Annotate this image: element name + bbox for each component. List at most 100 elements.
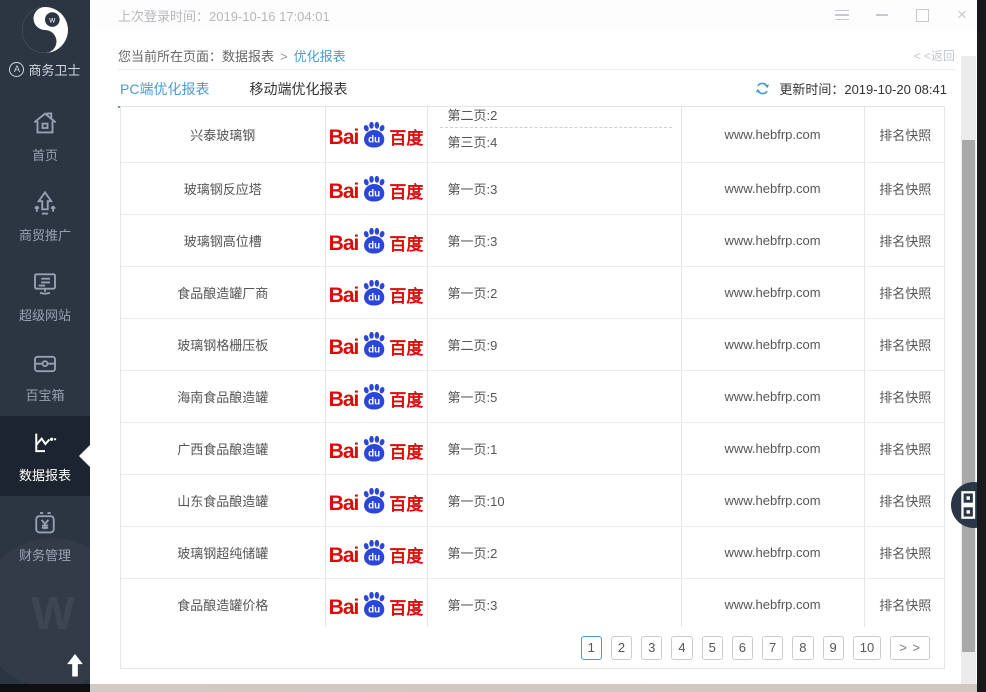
keyword-cell: 海南食品酿造罐 — [121, 370, 325, 422]
search-engine-cell: Baidu百度 — [325, 526, 427, 578]
website-cell: www.hebfrp.com — [681, 107, 864, 162]
website-cell: www.hebfrp.com — [681, 214, 864, 266]
page-button-7[interactable]: 7 — [762, 636, 783, 660]
snapshot-link[interactable]: 排名快照 — [864, 107, 946, 162]
page-button-4[interactable]: 4 — [671, 636, 692, 660]
page-button-2[interactable]: 2 — [611, 636, 632, 660]
promotion-icon — [30, 188, 60, 218]
window-maximize-icon[interactable] — [915, 8, 929, 22]
baidu-bai-text: Bai — [329, 285, 359, 306]
rank-cell: 第一页:3 — [427, 578, 681, 630]
sidebar-item-website[interactable]: 超级网站 — [0, 256, 90, 336]
page-button-1[interactable]: 1 — [581, 636, 602, 660]
brand-label: 商务卫士 — [28, 60, 80, 79]
svg-text:du: du — [368, 134, 380, 145]
screen-edge-right — [977, 0, 986, 692]
baidu-paw-icon: du — [360, 383, 387, 412]
website-cell: www.hebfrp.com — [681, 162, 864, 214]
snapshot-link[interactable]: 排名快照 — [864, 318, 946, 370]
search-engine-cell: Baidu百度 — [325, 107, 427, 162]
snapshot-link[interactable]: 排名快照 — [864, 422, 946, 474]
svg-text:du: du — [368, 396, 380, 407]
keyword-cell: 食品酿造罐厂商 — [121, 266, 325, 318]
breadcrumb-prefix: 您当前所在页面： — [118, 49, 222, 64]
window-close-icon[interactable]: × — [955, 8, 969, 22]
baidu-logo: Baidu百度 — [329, 175, 424, 202]
baidu-bai-text: Bai — [329, 127, 359, 148]
baidu-logo: Baidu百度 — [329, 383, 424, 410]
keyword-cell: 玻璃钢高位槽 — [121, 214, 325, 266]
tab-mobile-report[interactable]: 移动端优化报表 — [247, 74, 349, 108]
keyword-cell: 兴泰玻璃钢 — [121, 107, 325, 162]
back-link[interactable]: < <返回 — [914, 47, 955, 64]
scrollbar-track[interactable] — [961, 56, 976, 684]
scrollbar-thumb[interactable] — [962, 140, 975, 652]
breadcrumb-section: 数据报表 — [222, 49, 274, 64]
baidu-cn-text: 百度 — [389, 600, 423, 617]
page-button-9[interactable]: 9 — [823, 636, 844, 660]
rank-cell: 第一页:2 — [427, 526, 681, 578]
brand: A 商务卫士 — [0, 60, 90, 79]
refresh-icon[interactable] — [754, 80, 771, 97]
window-minimize-icon[interactable] — [875, 8, 889, 22]
sidebar-item-home[interactable]: 首页 — [0, 96, 90, 176]
table-row: 玻璃钢超纯储罐Baidu百度第一页:2www.hebfrp.com排名快照 — [121, 526, 946, 578]
page-button-8[interactable]: 8 — [792, 636, 813, 660]
page-button-10[interactable]: 10 — [853, 636, 881, 660]
last-login-time: 上次登录时间：2019-10-16 17:04:01 — [118, 6, 330, 25]
baidu-cn-text: 百度 — [389, 184, 423, 201]
baidu-paw-icon: du — [360, 487, 387, 516]
sidebar-item-label: 数据报表 — [19, 465, 71, 484]
baidu-logo: Baidu百度 — [329, 487, 424, 514]
window-menu-icon[interactable] — [835, 8, 849, 22]
snapshot-link[interactable]: 排名快照 — [864, 162, 946, 214]
baidu-paw-icon: du — [360, 121, 387, 150]
baidu-cn-text: 百度 — [389, 444, 423, 461]
sidebar-nav: 首页商贸推广超级网站百宝箱数据报表财务管理 — [0, 96, 90, 576]
page-next-button[interactable]: > > — [890, 636, 930, 660]
baidu-cn-text: 百度 — [389, 548, 423, 565]
baidu-bai-text: Bai — [329, 337, 359, 358]
collapse-up-arrow-icon[interactable] — [66, 654, 84, 676]
tabs-row: PC端优化报表 移动端优化报表 更新时间：2019-10-20 08:41 — [118, 74, 947, 106]
svg-text:du: du — [368, 500, 380, 511]
search-engine-cell: Baidu百度 — [325, 214, 427, 266]
tab-pc-report[interactable]: PC端优化报表 — [118, 74, 211, 108]
snapshot-link[interactable]: 排名快照 — [864, 474, 946, 526]
snapshot-link[interactable]: 排名快照 — [864, 214, 946, 266]
baidu-bai-text: Bai — [329, 545, 359, 566]
sidebar-item-toolbox[interactable]: 百宝箱 — [0, 336, 90, 416]
baidu-logo: Baidu百度 — [329, 279, 424, 306]
sidebar: w A 商务卫士 首页商贸推广超级网站百宝箱数据报表财务管理 W — [0, 0, 90, 684]
sidebar-item-promotion[interactable]: 商贸推广 — [0, 176, 90, 256]
baidu-bai-text: Bai — [329, 493, 359, 514]
baidu-bai-text: Bai — [329, 441, 359, 462]
baidu-logo: Baidu百度 — [329, 435, 424, 462]
svg-text:w: w — [48, 15, 56, 25]
main-content: 您当前所在页面：数据报表 > 优化报表 < <返回 PC端优化报表 移动端优化报表 更… — [90, 30, 977, 684]
snapshot-link[interactable]: 排名快照 — [864, 370, 946, 422]
pagination: 123456789 10 > > — [121, 627, 944, 668]
page-button-6[interactable]: 6 — [732, 636, 753, 660]
snapshot-link[interactable]: 排名快照 — [864, 578, 946, 630]
sidebar-item-report[interactable]: 数据报表 — [0, 416, 90, 496]
breadcrumb-separator: > — [280, 49, 288, 64]
sidebar-item-label: 超级网站 — [19, 305, 71, 324]
baidu-paw-icon: du — [360, 175, 387, 204]
breadcrumb: 您当前所在页面：数据报表 > 优化报表 — [118, 46, 346, 65]
breadcrumb-current[interactable]: 优化报表 — [294, 49, 346, 64]
baidu-cn-text: 百度 — [389, 392, 423, 409]
page-button-3[interactable]: 3 — [641, 636, 662, 660]
rank-cell: 第二页:9 — [427, 318, 681, 370]
update-area: 更新时间：2019-10-20 08:41 — [754, 74, 947, 98]
sidebar-item-label: 商贸推广 — [19, 225, 71, 244]
baidu-logo: Baidu百度 — [329, 331, 424, 358]
rank-cell: 第一页:3 — [427, 214, 681, 266]
table-row: 食品酿造罐厂商Baidu百度第一页:2www.hebfrp.com排名快照 — [121, 266, 946, 318]
snapshot-link[interactable]: 排名快照 — [864, 526, 946, 578]
page-button-5[interactable]: 5 — [702, 636, 723, 660]
baidu-logo: Baidu百度 — [329, 591, 424, 618]
screen-edge-bottom — [0, 684, 977, 692]
table-row: 山东食品酿造罐Baidu百度第一页:10www.hebfrp.com排名快照 — [121, 474, 946, 526]
snapshot-link[interactable]: 排名快照 — [864, 266, 946, 318]
